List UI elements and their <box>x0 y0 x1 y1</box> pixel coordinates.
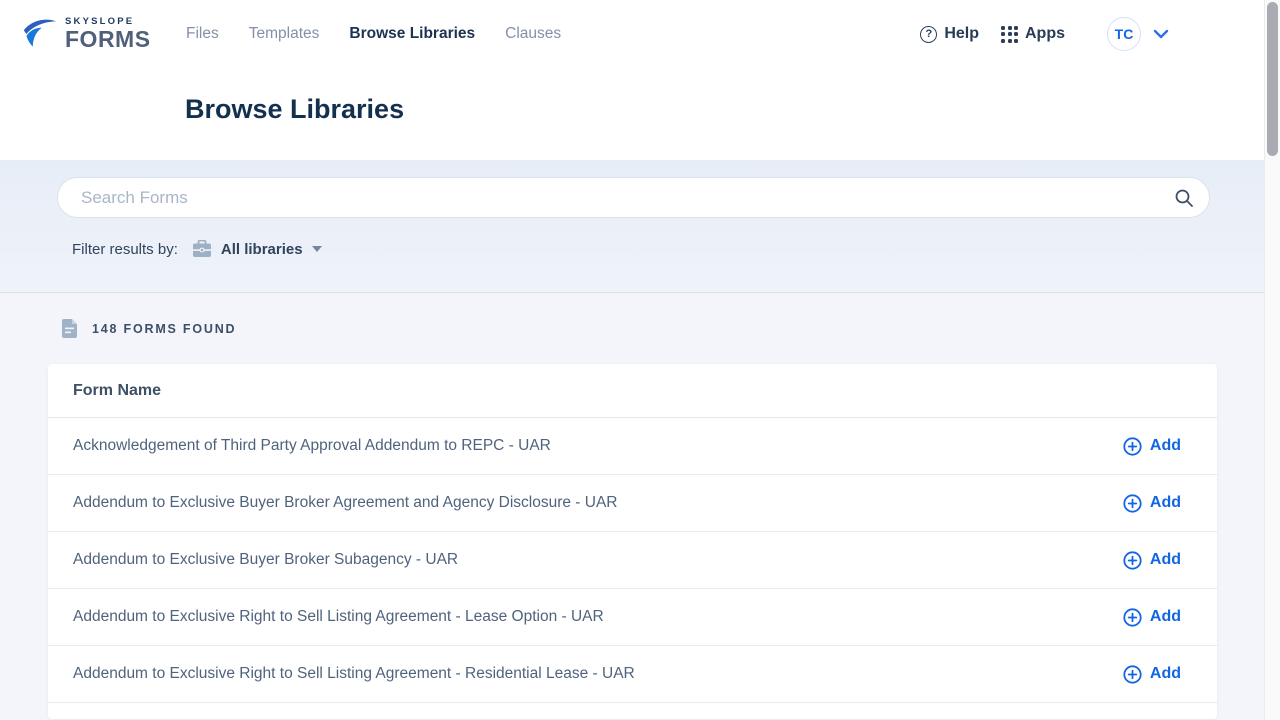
forms-found-count: 148 FORMS FOUND <box>92 322 236 336</box>
add-button[interactable]: Add <box>1123 608 1181 627</box>
add-button[interactable]: Add <box>1123 494 1181 513</box>
form-name: Addendum to Exclusive Right to Sell List… <box>73 608 604 626</box>
top-actions: ? Help Apps TC <box>920 17 1264 51</box>
table-header-row: Form Name <box>48 364 1217 418</box>
results-section: 148 FORMS FOUND Form Name Acknowledgemen… <box>0 293 1264 719</box>
circle-plus-icon <box>1123 551 1142 570</box>
help-button[interactable]: ? Help <box>920 25 979 43</box>
app-header: SKYSLOPE FORMS Files Templates Browse Li… <box>0 0 1264 160</box>
chevron-down-icon[interactable] <box>1153 29 1169 39</box>
add-button[interactable]: Add <box>1123 437 1181 456</box>
add-label: Add <box>1150 665 1181 683</box>
nav-item-templates[interactable]: Templates <box>249 25 320 43</box>
circle-plus-icon <box>1123 665 1142 684</box>
help-label: Help <box>944 25 979 43</box>
forms-table: Form Name Acknowledgement of Third Party… <box>48 364 1217 719</box>
filter-selected-value: All libraries <box>221 241 303 258</box>
logo-forms-label: FORMS <box>65 28 151 51</box>
forms-found: 148 FORMS FOUND <box>61 318 1264 339</box>
table-row-partial <box>48 703 1217 719</box>
nav-item-clauses[interactable]: Clauses <box>505 25 561 43</box>
add-label: Add <box>1150 437 1181 455</box>
table-row: Addendum to Exclusive Right to Sell List… <box>48 646 1217 703</box>
apps-grid-icon <box>1001 26 1018 43</box>
add-label: Add <box>1150 494 1181 512</box>
vertical-scrollbar-thumb[interactable] <box>1267 2 1278 156</box>
filter-row: Filter results by: All libraries <box>72 240 1264 258</box>
user-avatar[interactable]: TC <box>1107 17 1141 51</box>
page-content: SKYSLOPE FORMS Files Templates Browse Li… <box>0 0 1264 719</box>
skyslope-swoosh-icon <box>22 17 58 51</box>
nav-item-files[interactable]: Files <box>186 25 219 43</box>
column-header-form-name: Form Name <box>73 382 161 400</box>
search-section: Filter results by: All libraries <box>0 160 1264 293</box>
table-body: Acknowledgement of Third Party Approval … <box>48 418 1217 703</box>
help-question-icon: ? <box>920 26 937 43</box>
main-nav: Files Templates Browse Libraries Clauses <box>186 25 561 43</box>
apps-button[interactable]: Apps <box>979 25 1065 43</box>
add-label: Add <box>1150 551 1181 569</box>
libraries-filter-dropdown[interactable]: All libraries <box>221 241 322 258</box>
top-bar: SKYSLOPE FORMS Files Templates Browse Li… <box>0 0 1264 68</box>
logo-skyslope-label: SKYSLOPE <box>65 17 151 27</box>
circle-plus-icon <box>1123 437 1142 456</box>
filter-label: Filter results by: <box>72 241 178 258</box>
form-name: Addendum to Exclusive Right to Sell List… <box>73 665 635 683</box>
table-row: Addendum to Exclusive Right to Sell List… <box>48 589 1217 646</box>
page-title: Browse Libraries <box>185 94 1264 125</box>
apps-label: Apps <box>1025 25 1065 43</box>
circle-plus-icon <box>1123 494 1142 513</box>
logo-text: SKYSLOPE FORMS <box>65 17 151 52</box>
caret-down-icon <box>312 246 322 252</box>
add-label: Add <box>1150 608 1181 626</box>
search-input[interactable] <box>81 188 1174 208</box>
table-row: Acknowledgement of Third Party Approval … <box>48 418 1217 475</box>
add-button[interactable]: Add <box>1123 665 1181 684</box>
circle-plus-icon <box>1123 608 1142 627</box>
search-icon[interactable] <box>1174 188 1194 208</box>
table-row: Addendum to Exclusive Buyer Broker Subag… <box>48 532 1217 589</box>
form-name: Acknowledgement of Third Party Approval … <box>73 437 551 455</box>
document-icon <box>61 318 78 339</box>
vertical-scrollbar-track[interactable] <box>1264 0 1280 720</box>
form-name: Addendum to Exclusive Buyer Broker Agree… <box>73 494 617 512</box>
skyslope-forms-logo[interactable]: SKYSLOPE FORMS <box>22 17 186 52</box>
add-button[interactable]: Add <box>1123 551 1181 570</box>
search-bar <box>57 177 1210 218</box>
form-name: Addendum to Exclusive Buyer Broker Subag… <box>73 551 458 569</box>
nav-item-browse-libraries[interactable]: Browse Libraries <box>349 25 475 43</box>
briefcase-icon <box>192 240 212 258</box>
table-row: Addendum to Exclusive Buyer Broker Agree… <box>48 475 1217 532</box>
